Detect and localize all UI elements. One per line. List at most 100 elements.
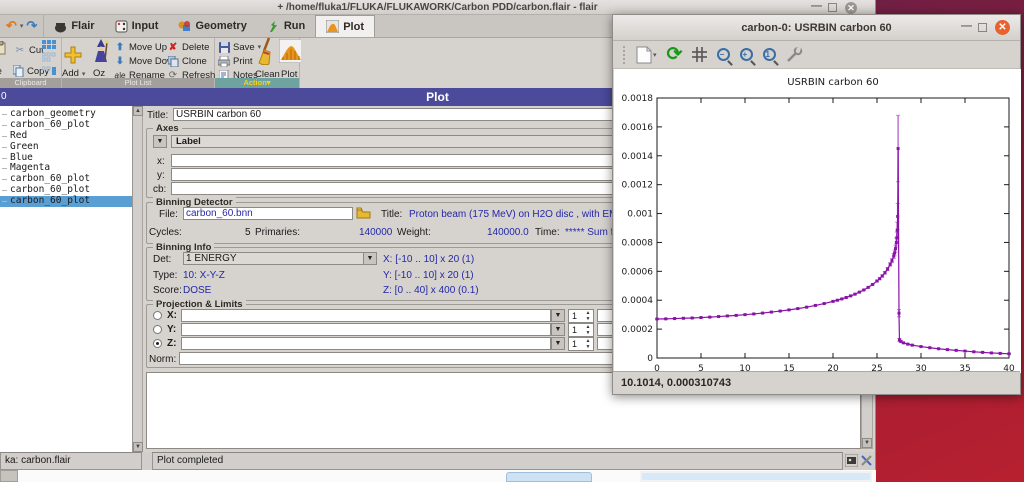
wizard-icon [90,39,112,62]
tools-icon[interactable] [860,454,873,470]
data-point [954,348,958,352]
image-icon[interactable] [844,453,859,470]
minimize-button[interactable]: — [811,1,822,12]
tab-geometry[interactable]: Geometry [168,15,256,37]
background-panel [640,471,872,482]
status-filename: ka: carbon.flair [0,452,142,470]
data-point [892,254,896,258]
paste-button[interactable] [0,41,6,55]
data-point [857,290,861,294]
data-point [690,316,694,320]
score-label: Score: [153,285,182,296]
file-input[interactable]: carbon_60.bnn [183,207,353,220]
data-point [928,346,932,350]
bin-spinner[interactable]: 1 ▲ ▼ [568,309,594,323]
projection-radio-x[interactable] [153,311,162,320]
data-point [831,299,835,303]
combo-dropdown-icon[interactable]: ▼ [551,323,565,336]
data-point [871,282,875,286]
undo-icon[interactable]: ↶ [6,18,17,34]
paste-label[interactable]: te [0,66,2,77]
folder-icon[interactable] [356,207,371,222]
plot-window-titlebar[interactable]: carbon-0: USRBIN carbon 60 — ✕ [613,15,1020,41]
data-point [910,343,914,347]
move-up-button[interactable]: ⬆ Move Up [114,41,167,53]
zoom-out-button[interactable]: − [717,48,731,61]
scissors-icon: ✂ [15,44,25,56]
det-combobox[interactable]: 1 ENERGY [183,252,377,265]
data-point [894,240,898,244]
plot-action-button[interactable] [279,39,301,63]
tab-input[interactable]: Input [105,15,169,37]
data-point [963,349,967,353]
projection-radio-z[interactable] [153,339,162,348]
det-dropdown-icon[interactable]: ▼ [363,252,377,265]
refresh-button[interactable]: ⟳ Refresh [167,69,215,81]
det-label: Det: [153,254,172,265]
projection-combobox[interactable] [181,323,551,336]
y-tick-label: 0.0018 [622,94,654,104]
combo-dropdown-icon[interactable]: ▼ [551,337,565,350]
combo-dropdown-icon[interactable]: ▼ [551,309,565,322]
time-label: Time: [535,227,560,238]
tab-plot[interactable]: Plot [315,15,375,37]
delete-button[interactable]: ✘ Delete [167,41,210,53]
scroll-down-icon[interactable]: ▼ [133,442,143,452]
maximize-button[interactable] [978,23,987,32]
sidebar-scrollbar[interactable]: ▲ ▼ [133,106,143,452]
primaries-label: Primaries: [255,227,301,238]
grid-toggle-button[interactable] [692,47,708,62]
main-window-titlebar[interactable]: + /home/fluka1/FLUKA/FLUKAWORK/Carbon PD… [0,0,875,15]
export-dropdown-icon[interactable]: ▾ [653,51,657,59]
plot-list-sidebar[interactable]: carbon_geometry carbon_60_plot Red Green Blu… [0,106,133,452]
data-point [708,315,712,319]
oz-button[interactable] [90,39,112,62]
options-button[interactable] [786,46,804,63]
data-point [725,314,729,318]
projection-radio-y[interactable] [153,325,162,334]
add-button[interactable] [62,44,84,66]
file-label: File: [159,209,178,220]
redo-icon[interactable]: ↷ [26,18,37,34]
data-point [895,228,899,232]
scroll-down-icon[interactable]: ▼ [862,438,872,448]
main-window-title: + /home/fluka1/FLUKA/FLUKAWORK/Carbon PD… [277,2,598,13]
zoom-in-button[interactable]: + [740,48,754,61]
data-point [862,288,866,292]
replot-button[interactable]: ⟳ [667,45,683,64]
undo-dropdown-icon[interactable]: ▾ [20,22,24,30]
projection-combobox[interactable] [181,337,551,350]
bin-spinner[interactable]: 1 ▲ ▼ [568,323,594,337]
projection-combobox[interactable] [181,309,551,322]
clean-button[interactable] [255,37,277,65]
print-button[interactable]: Print [218,55,253,67]
list-item[interactable]: Green [0,141,132,153]
select-grid-icon[interactable] [42,40,56,76]
clone-button[interactable]: Clone [167,55,207,67]
y-tick-label: 0.0012 [622,181,654,191]
bin-spinner[interactable]: 1 ▲ ▼ [568,337,594,351]
group-label-action[interactable]: Action▾ [215,78,299,88]
scroll-up-icon[interactable]: ▲ [133,106,143,116]
tab-run[interactable]: Run [257,15,315,37]
chart-canvas[interactable]: USRBIN carbon 60 0 5 10 15 20 25 30 35 40 0 0.0002 0… [614,69,1021,374]
y-tick-label: 0.0016 [622,123,654,133]
close-button[interactable]: ✕ [845,1,857,14]
maximize-button[interactable] [828,3,837,12]
y-tick-label: 0.0008 [622,238,654,248]
axes-dropdown-button[interactable]: ▼ [153,135,167,148]
data-point [937,347,941,351]
cut-button[interactable]: ✂ Cut [14,44,44,56]
data-point [853,292,857,296]
refresh-icon: ⟳ [168,69,178,81]
tab-flair[interactable]: Flair [44,15,104,37]
export-button[interactable]: ▾ [636,46,657,64]
close-button[interactable]: ✕ [995,20,1010,35]
broom-icon [255,37,277,65]
binning-z-range: Z: [0 .. 40] x 400 (0.1) [383,285,479,296]
delete-icon: ✘ [168,41,178,53]
list-item[interactable]: carbon_60_plot [0,195,132,208]
minimize-button[interactable]: — [961,21,972,32]
data-point [699,316,703,320]
zoom-reset-button[interactable]: 1 [763,48,777,61]
